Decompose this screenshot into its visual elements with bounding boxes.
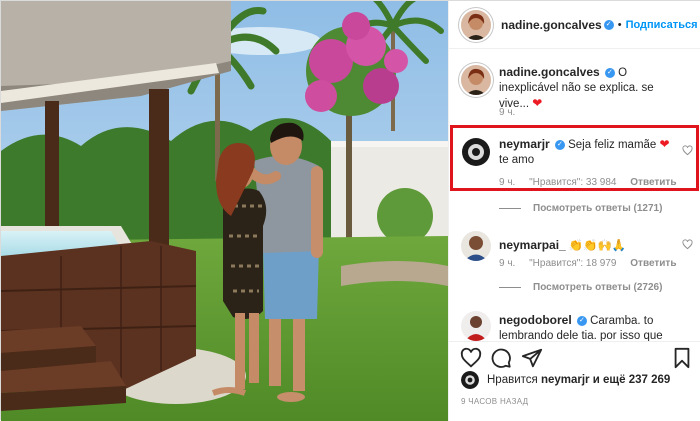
follow-button[interactable]: Подписаться: [626, 19, 698, 31]
caption-body: nadine.goncalves ✓ O inexplicável não se…: [499, 65, 681, 112]
verified-badge-icon: ✓: [603, 19, 614, 30]
likes-prefix: Нравится: [487, 374, 538, 386]
comment-time: 9 ч.: [499, 177, 516, 188]
comment-body: neymarjr ✓ Seja feliz mamãe ❤ te amo: [499, 137, 681, 168]
view-replies-button[interactable]: Посмотреть ответы (1271): [499, 203, 662, 214]
heart-emoji: ❤: [659, 137, 670, 151]
likes-user[interactable]: neymarjr: [541, 374, 590, 386]
comment-text-line2: te amo: [499, 154, 535, 166]
verified-badge-icon: ✓: [604, 67, 615, 78]
author-avatar[interactable]: [461, 9, 491, 40]
verified-badge-icon: ✓: [554, 139, 565, 150]
comment-username[interactable]: neymarjr: [499, 137, 550, 151]
comment-like-heart-icon[interactable]: [682, 145, 693, 156]
comment-avatar-image: [461, 311, 491, 341]
bookmark-icon[interactable]: [671, 347, 693, 369]
post-side-panel: nadine.goncalves ✓ • Подписаться nadine.: [448, 1, 700, 421]
comment-avatar[interactable]: [461, 231, 491, 261]
post-photo[interactable]: [1, 1, 448, 421]
liker-avatar: [461, 371, 479, 389]
heart-icon[interactable]: [460, 347, 482, 369]
post-time-ago[interactable]: 9 ЧАСОВ НАЗАД: [461, 397, 528, 406]
author-avatar-image: [461, 9, 491, 40]
post-header: nadine.goncalves ✓ • Подписаться: [449, 1, 700, 49]
comment-likes[interactable]: "Нравится": 18 979: [529, 258, 616, 269]
caption-username[interactable]: nadine.goncalves: [499, 65, 600, 79]
comment-like-heart-icon[interactable]: [682, 239, 693, 250]
caption-avatar[interactable]: [461, 65, 491, 95]
comment-likes[interactable]: "Нравится": 33 984: [529, 177, 616, 188]
comments-list[interactable]: nadine.goncalves ✓ O inexplicável não se…: [449, 49, 700, 341]
view-replies-button[interactable]: Посмотреть ответы (2726): [499, 282, 662, 293]
comment-username[interactable]: neymarpai_: [499, 238, 566, 252]
post-photo-image: [1, 1, 448, 421]
comment-time: 9 ч.: [499, 258, 516, 269]
share-icon[interactable]: [521, 347, 543, 369]
comment-body: negodoborel ✓ Caramba. to lembrando dele…: [499, 313, 681, 341]
comment-avatar[interactable]: [461, 311, 491, 341]
liker-avatar-image: [461, 371, 479, 389]
reply-button[interactable]: Ответить: [630, 258, 676, 269]
comment-emoji: 👏👏🙌🙏: [568, 240, 627, 252]
comment-avatar-image: [461, 137, 491, 167]
comment-body: neymarpai_ 👏👏🙌🙏: [499, 238, 681, 254]
comment-avatar-image: [461, 231, 491, 261]
comment-text: Seja feliz mamãe: [568, 139, 657, 151]
likes-count[interactable]: и ещё 237 269: [593, 374, 671, 386]
comment-avatar[interactable]: [461, 137, 491, 167]
caption-time: 9 ч.: [499, 107, 516, 118]
comment-meta: 9 ч. "Нравится": 18 979 Ответить: [499, 258, 687, 269]
likes-summary[interactable]: Нравится neymarjr и ещё 237 269: [461, 370, 670, 390]
caption-meta: 9 ч.: [499, 107, 526, 118]
heart-emoji: ❤: [532, 96, 543, 110]
instagram-post: nadine.goncalves ✓ • Подписаться nadine.: [0, 0, 700, 421]
comment-icon[interactable]: [490, 347, 512, 369]
author-username[interactable]: nadine.goncalves: [501, 18, 602, 32]
comment-meta: 9 ч. "Нравится": 33 984 Ответить: [499, 177, 687, 188]
reply-button[interactable]: Ответить: [630, 177, 676, 188]
separator-dot: •: [617, 18, 622, 31]
verified-badge-icon: ✓: [576, 315, 587, 326]
caption-avatar-image: [461, 65, 491, 95]
comment-username[interactable]: negodoborel: [499, 313, 572, 327]
